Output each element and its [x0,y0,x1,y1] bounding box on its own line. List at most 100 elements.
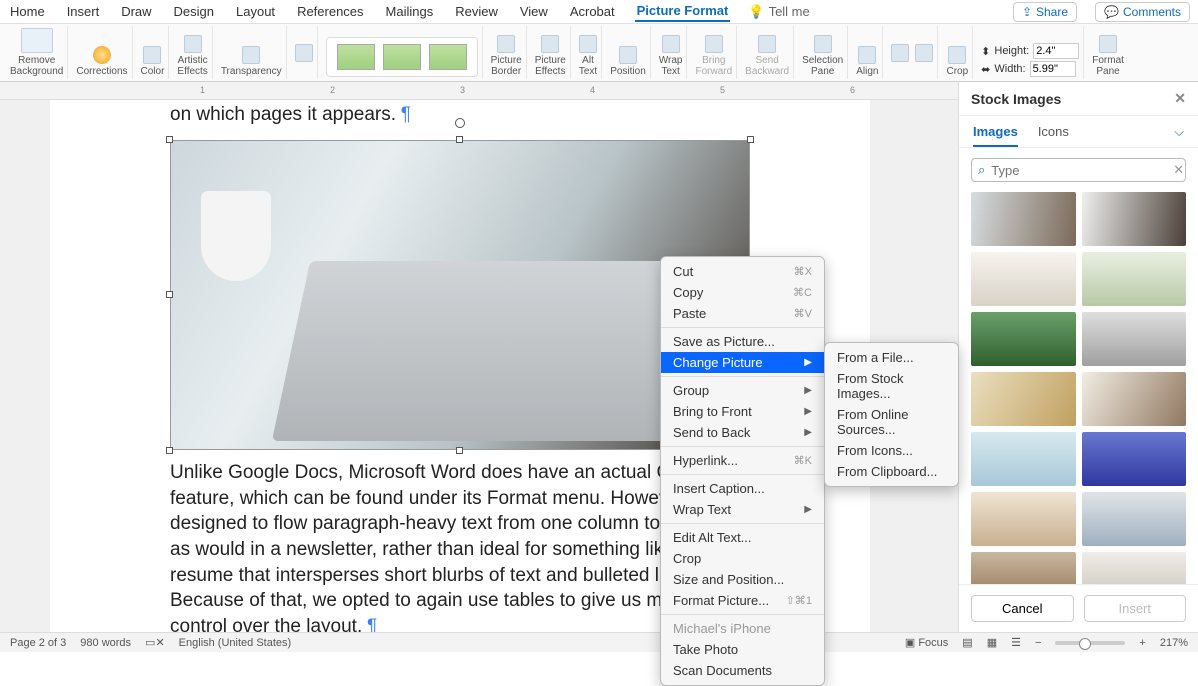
ctx-bring-to-front[interactable]: Bring to Front▶ [661,401,824,422]
width-input[interactable] [1030,61,1076,77]
tab-references[interactable]: References [295,2,365,21]
share-button[interactable]: ⇪Share [1013,2,1077,22]
stock-thumb[interactable] [1082,432,1187,486]
ctx-crop[interactable]: Crop [661,548,824,569]
selection-pane-button[interactable]: Selection Pane [798,26,848,79]
stock-thumb[interactable] [1082,252,1187,306]
stock-thumb[interactable] [971,192,1076,246]
tab-insert[interactable]: Insert [65,2,102,21]
corrections-button[interactable]: Corrections [72,26,132,79]
clear-icon[interactable]: ✕ [1173,162,1184,178]
zoom-slider[interactable] [1055,641,1125,645]
picture-effects-button[interactable]: Picture Effects [531,26,571,79]
stock-thumb[interactable] [971,432,1076,486]
word-count[interactable]: 980 words [80,637,131,649]
comments-button[interactable]: 💬Comments [1095,2,1190,22]
tab-icons[interactable]: Icons [1038,124,1069,147]
tab-view[interactable]: View [518,2,550,21]
cancel-button[interactable]: Cancel [971,595,1074,622]
stock-thumb[interactable] [1082,552,1187,584]
tab-images[interactable]: Images [973,124,1018,147]
resize-handle-bl[interactable] [166,447,173,454]
style-thumb-1[interactable] [337,44,375,70]
tab-home[interactable]: Home [8,2,47,21]
position-button[interactable]: Position [606,26,651,79]
stock-thumb[interactable] [1082,492,1187,546]
style-thumb-2[interactable] [383,44,421,70]
ctx-save-as-picture[interactable]: Save as Picture... [661,331,824,352]
picture-border-button[interactable]: Picture Border [487,26,527,79]
height-input[interactable] [1033,43,1079,59]
format-pane-button[interactable]: Format Pane [1088,26,1128,79]
ctx-group[interactable]: Group▶ [661,380,824,401]
style-thumb-3[interactable] [429,44,467,70]
ctx-scan-documents[interactable]: Scan Documents [661,660,824,681]
ctx-size-position[interactable]: Size and Position... [661,569,824,590]
stock-thumb[interactable] [971,372,1076,426]
alt-text-button[interactable]: Alt Text [575,26,602,79]
tab-picture-format[interactable]: Picture Format [635,1,731,22]
ctx-cut[interactable]: Cut⌘X [661,261,824,282]
language-indicator[interactable]: English (United States) [179,637,292,649]
resize-handle-tr[interactable] [747,136,754,143]
zoom-out-button[interactable]: − [1035,637,1041,649]
focus-mode-button[interactable]: ▣ Focus [905,636,948,649]
ctx-insert-caption[interactable]: Insert Caption... [661,478,824,499]
crop-button[interactable]: Crop [942,26,973,79]
group-icon[interactable] [891,44,909,62]
send-backward-button[interactable]: Send Backward [741,26,794,79]
wrap-text-button[interactable]: Wrap Text [655,26,688,79]
tab-draw[interactable]: Draw [119,2,153,21]
ctx-format-picture[interactable]: Format Picture...⇧⌘1 [661,590,824,611]
zoom-in-button[interactable]: + [1139,637,1145,649]
sub-from-online[interactable]: From Online Sources... [825,404,958,440]
resize-handle-ml[interactable] [166,291,173,298]
view-print-icon[interactable]: ▤ [962,636,972,649]
ctx-send-to-back[interactable]: Send to Back▶ [661,422,824,443]
sub-from-stock[interactable]: From Stock Images... [825,368,958,404]
stock-thumb[interactable] [1082,372,1187,426]
align-button[interactable]: Align [852,26,883,79]
tab-review[interactable]: Review [453,2,500,21]
ctx-change-picture[interactable]: Change Picture▶ [661,352,824,373]
tab-design[interactable]: Design [172,2,216,21]
bring-forward-button[interactable]: Bring Forward [691,26,737,79]
sub-from-icons[interactable]: From Icons... [825,440,958,461]
resize-handle-tl[interactable] [166,136,173,143]
stock-thumb[interactable] [1082,312,1187,366]
ctx-copy[interactable]: Copy⌘C [661,282,824,303]
resize-handle-bm[interactable] [456,447,463,454]
ctx-paste[interactable]: Paste⌘V [661,303,824,324]
stock-thumb[interactable] [971,552,1076,584]
picture-styles-gallery[interactable] [322,26,483,79]
resize-handle-tm[interactable] [456,136,463,143]
page-indicator[interactable]: Page 2 of 3 [10,637,66,649]
view-outline-icon[interactable]: ☰ [1011,636,1021,649]
compress-icon[interactable] [295,44,313,62]
transparency-button[interactable]: Transparency [217,26,287,79]
zoom-level[interactable]: 217% [1160,637,1188,649]
ctx-hyperlink[interactable]: Hyperlink...⌘K [661,450,824,471]
tab-acrobat[interactable]: Acrobat [568,2,617,21]
ctx-take-photo[interactable]: Take Photo [661,639,824,660]
artistic-effects-button[interactable]: Artistic Effects [173,26,212,79]
stock-thumb[interactable] [971,492,1076,546]
rotate-icon[interactable] [915,44,933,62]
stock-thumb[interactable] [1082,192,1187,246]
spellcheck-icon[interactable]: ▭✕ [145,636,165,649]
rotate-handle[interactable] [455,118,465,128]
close-icon[interactable]: ✕ [1174,90,1186,107]
chevron-down-icon[interactable]: ⌵ [1174,124,1184,147]
stock-thumb[interactable] [971,252,1076,306]
sub-from-file[interactable]: From a File... [825,347,958,368]
view-web-icon[interactable]: ▦ [987,636,997,649]
tell-me[interactable]: 💡Tell me [748,4,809,20]
tab-layout[interactable]: Layout [234,2,277,21]
remove-background-button[interactable]: Remove Background [6,26,68,79]
search-input[interactable] [991,163,1167,178]
sub-from-clipboard[interactable]: From Clipboard... [825,461,958,482]
stock-thumb[interactable] [971,312,1076,366]
tab-mailings[interactable]: Mailings [384,2,436,21]
ctx-edit-alt-text[interactable]: Edit Alt Text... [661,527,824,548]
color-button[interactable]: Color [137,26,170,79]
